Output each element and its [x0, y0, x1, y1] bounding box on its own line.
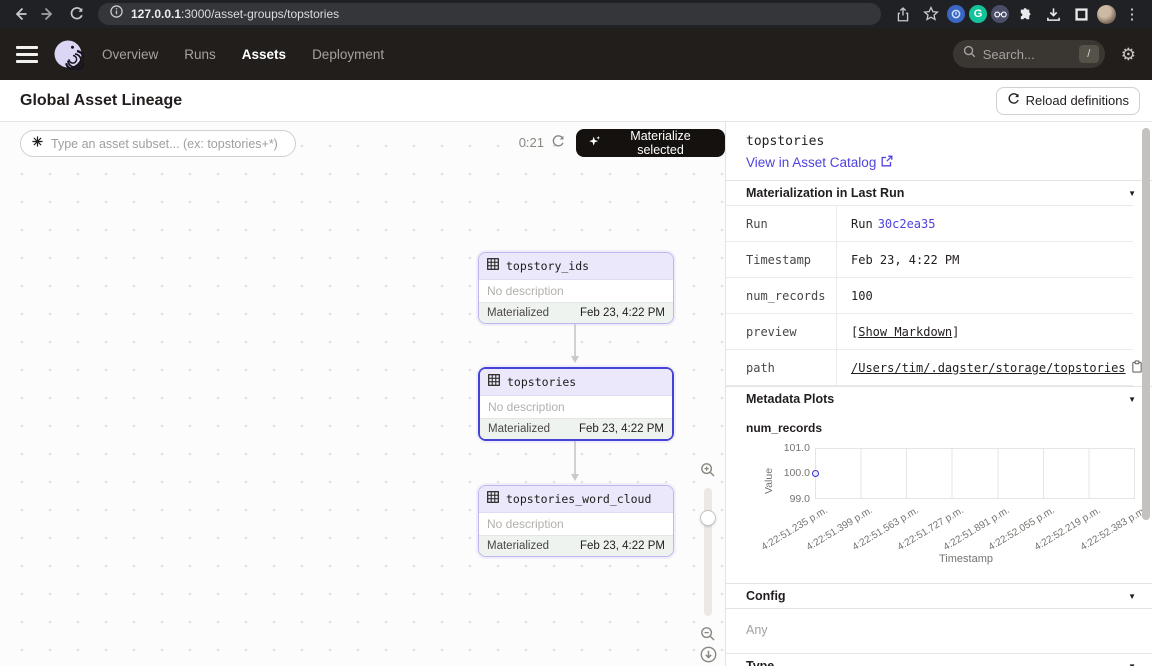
refresh-icon[interactable]	[551, 135, 565, 154]
zoom-controls	[699, 460, 717, 664]
op-selection-icon	[31, 135, 44, 153]
asset-subset-filter[interactable]	[20, 130, 296, 157]
asset-detail-panel: topstories View in Asset Catalog Materia…	[726, 122, 1152, 666]
section-type-header[interactable]: Type▼	[726, 654, 1152, 666]
asset-node-timestamp: Feb 23, 4:22 PM	[580, 307, 665, 319]
search-shortcut-badge: /	[1079, 45, 1099, 63]
asset-node-topstories_word_cloud[interactable]: topstories_word_cloud No description Mat…	[478, 485, 674, 557]
zoom-out-icon[interactable]	[700, 624, 716, 644]
hamburger-menu-icon[interactable]	[16, 46, 38, 63]
screen: 127.0.0.1:3000/asset-groups/topstories G…	[0, 0, 1152, 666]
asset-node-name: topstories_word_cloud	[506, 492, 651, 506]
extension-grammarly-icon[interactable]: G	[969, 5, 987, 23]
asset-node-status: Materialized	[487, 307, 549, 319]
table-icon	[487, 257, 499, 275]
reload-icon	[1007, 93, 1020, 109]
sparkle-icon	[588, 135, 601, 151]
extensions-puzzle-icon[interactable]	[1013, 2, 1037, 26]
recenter-icon[interactable]	[700, 644, 717, 664]
table-row: Timestamp Feb 23, 4:22 PM	[726, 242, 1133, 278]
zoom-slider-handle[interactable]	[700, 510, 716, 526]
num-records-chart: Value 101.0 100.0 99.0 4:22:51.235 p.m. …	[726, 435, 1152, 583]
nav-item-overview[interactable]: Overview	[102, 47, 158, 62]
copy-clipboard-icon[interactable]	[1131, 360, 1143, 376]
address-bar[interactable]: 127.0.0.1:3000/asset-groups/topstories	[98, 3, 881, 25]
refresh-timer: 0:21	[500, 135, 544, 150]
asset-node-status: Materialized	[488, 423, 550, 435]
panel-scrollbar-thumb[interactable]	[1142, 128, 1150, 520]
materialize-selected-button[interactable]: Materialize selected	[576, 129, 725, 157]
chevron-down-icon: ▼	[1128, 662, 1136, 666]
chart-plot-area	[815, 448, 1135, 499]
browser-profile-avatar[interactable]	[1097, 5, 1116, 24]
url-text: 127.0.0.1:3000/asset-groups/topstories	[131, 7, 339, 21]
back-icon[interactable]	[8, 2, 32, 26]
downloads-icon[interactable]	[1041, 2, 1065, 26]
materialization-table: Run Run 30c2ea35 Timestamp Feb 23, 4:22 …	[726, 205, 1133, 386]
section-materialization-header[interactable]: Materialization in Last Run▼	[726, 180, 1152, 205]
share-icon[interactable]	[891, 2, 915, 26]
asset-node-topstory_ids[interactable]: topstory_ids No description Materialized…	[478, 252, 674, 324]
page-title: Global Asset Lineage	[20, 92, 182, 110]
chevron-down-icon: ▼	[1128, 189, 1136, 198]
nav-item-deployment[interactable]: Deployment	[312, 47, 384, 62]
bookmark-star-icon[interactable]	[919, 2, 943, 26]
page-header: Global Asset Lineage Reload definitions	[0, 80, 1152, 122]
asset-node-timestamp: Feb 23, 4:22 PM	[580, 540, 665, 552]
view-in-asset-catalog-link[interactable]: View in Asset Catalog	[746, 155, 893, 170]
zoom-slider[interactable]	[704, 488, 712, 616]
table-row: Run Run 30c2ea35	[726, 206, 1133, 242]
reload-icon[interactable]	[64, 2, 88, 26]
asset-name: topstories	[746, 134, 1132, 149]
section-config-header[interactable]: Config▼	[726, 583, 1152, 609]
extension-1password-icon[interactable]	[947, 5, 965, 23]
chevron-down-icon: ▼	[1128, 395, 1136, 404]
asset-node-topstories[interactable]: topstories No description Materialized F…	[478, 367, 674, 441]
table-row: path /Users/tim/.dagster/storage/topstor…	[726, 350, 1133, 386]
edge-topstory_ids-topstories	[574, 319, 576, 361]
reload-definitions-button[interactable]: Reload definitions	[996, 87, 1140, 115]
show-markdown-link[interactable]: Show Markdown	[858, 325, 952, 339]
asset-node-description: No description	[479, 280, 673, 302]
extension-glasses-icon[interactable]	[991, 5, 1009, 23]
asset-node-name: topstories	[507, 375, 576, 389]
config-value: Any	[726, 609, 1152, 654]
asset-node-description: No description	[479, 513, 673, 535]
table-row: num_records 100	[726, 278, 1133, 314]
path-link[interactable]: /Users/tim/.dagster/storage/topstories	[851, 361, 1126, 375]
asset-node-name: topstory_ids	[506, 259, 589, 273]
asset-node-description: No description	[480, 396, 672, 418]
browser-toolbar: 127.0.0.1:3000/asset-groups/topstories G…	[0, 0, 1152, 28]
chart-x-axis-label: Timestamp	[886, 553, 1046, 565]
forward-icon[interactable]	[36, 2, 60, 26]
asset-node-timestamp: Feb 23, 4:22 PM	[579, 423, 664, 435]
asset-node-status: Materialized	[487, 540, 549, 552]
section-metadata-plots-header[interactable]: Metadata Plots▼	[726, 386, 1152, 411]
settings-gear-icon[interactable]: ⚙	[1121, 46, 1136, 63]
nav-links: Overview Runs Assets Deployment	[102, 47, 384, 62]
chart-data-point[interactable]	[812, 470, 819, 477]
external-link-icon	[881, 155, 893, 170]
table-row: preview [Show Markdown]	[726, 314, 1133, 350]
nav-item-runs[interactable]: Runs	[184, 47, 216, 62]
app-nav: Overview Runs Assets Deployment / ⚙	[0, 28, 1152, 80]
plot-title: num_records	[726, 411, 1152, 435]
edge-topstories-word_cloud	[574, 439, 576, 479]
global-search[interactable]: /	[953, 40, 1105, 68]
site-info-icon[interactable]	[110, 5, 123, 23]
table-icon	[487, 490, 499, 508]
zoom-in-icon[interactable]	[700, 460, 716, 480]
dagster-logo[interactable]	[52, 38, 84, 70]
panel-scrollbar[interactable]	[1142, 128, 1150, 660]
asset-subset-input[interactable]	[51, 137, 285, 151]
sidebar-panel-icon[interactable]	[1069, 2, 1093, 26]
chevron-down-icon: ▼	[1128, 592, 1136, 601]
search-icon	[963, 45, 976, 63]
browser-menu-icon[interactable]: ⋮	[1120, 2, 1144, 26]
nav-item-assets[interactable]: Assets	[242, 47, 286, 62]
search-input[interactable]	[983, 47, 1072, 62]
lineage-canvas[interactable]: 0:21 Materialize selected topstory_ids N…	[0, 122, 726, 666]
table-icon	[488, 373, 500, 391]
run-id-link[interactable]: 30c2ea35	[878, 217, 936, 231]
